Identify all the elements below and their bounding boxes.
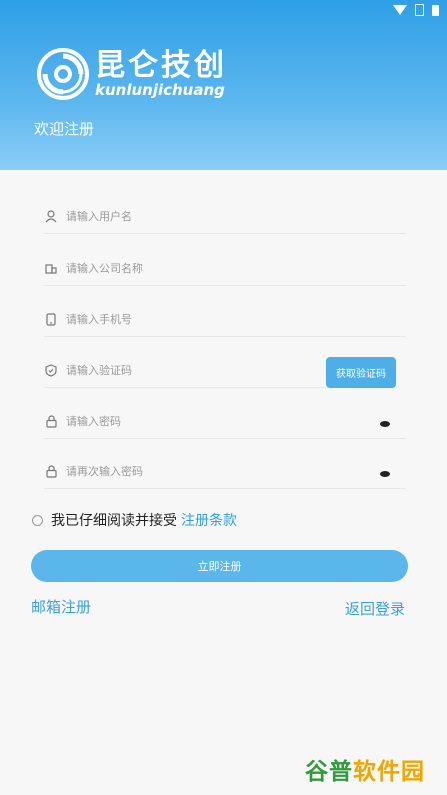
welcome-title: 欢迎注册 <box>34 120 95 138</box>
status-bar <box>393 4 439 16</box>
shield-icon <box>44 363 58 377</box>
watermark-part2: 软件园 <box>353 759 425 785</box>
show-confirm-password-eye-icon[interactable] <box>380 471 390 477</box>
username-input[interactable] <box>66 209 286 223</box>
back-to-login-link[interactable]: 返回登录 <box>345 598 405 619</box>
company-field <box>44 251 406 286</box>
agreement-text: 我已仔细阅读并接受 <box>51 513 177 529</box>
phone-icon <box>44 312 58 326</box>
user-icon <box>44 209 58 223</box>
building-icon <box>44 261 58 275</box>
logo-swirl-icon <box>37 48 89 100</box>
agree-radio[interactable] <box>32 514 43 526</box>
company-input[interactable] <box>66 261 286 275</box>
sim-icon <box>415 4 424 16</box>
confirm-password-field <box>44 454 406 489</box>
battery-icon <box>432 4 439 16</box>
confirm-password-input[interactable] <box>66 464 286 478</box>
header-banner: 昆仑技创 kunlunjichuang 欢迎注册 <box>0 0 447 170</box>
brand-name-cn: 昆仑技创 <box>95 48 227 83</box>
phone-field <box>44 302 406 337</box>
terms-link[interactable]: 注册条款 <box>181 510 237 530</box>
brand-logo: 昆仑技创 kunlunjichuang <box>37 48 227 100</box>
email-register-link[interactable]: 邮箱注册 <box>31 596 91 617</box>
wifi-icon <box>393 5 407 15</box>
password-field <box>44 404 406 439</box>
brand-name-en: kunlunjichuang <box>95 81 225 99</box>
register-button[interactable]: 立即注册 <box>31 550 408 582</box>
code-input[interactable] <box>66 363 286 377</box>
watermark: 谷普软件园 <box>305 752 425 786</box>
phone-input[interactable] <box>66 312 286 326</box>
show-password-eye-icon[interactable] <box>380 421 390 427</box>
get-code-button[interactable]: 获取验证码 <box>326 357 396 388</box>
agreement-row: 我已仔细阅读并接受 注册条款 <box>32 510 237 530</box>
password-input[interactable] <box>66 414 286 428</box>
lock-icon <box>44 414 58 428</box>
watermark-part1: 谷普 <box>305 759 353 785</box>
username-field <box>44 199 406 234</box>
code-field <box>44 353 324 388</box>
lock-icon <box>44 464 58 478</box>
